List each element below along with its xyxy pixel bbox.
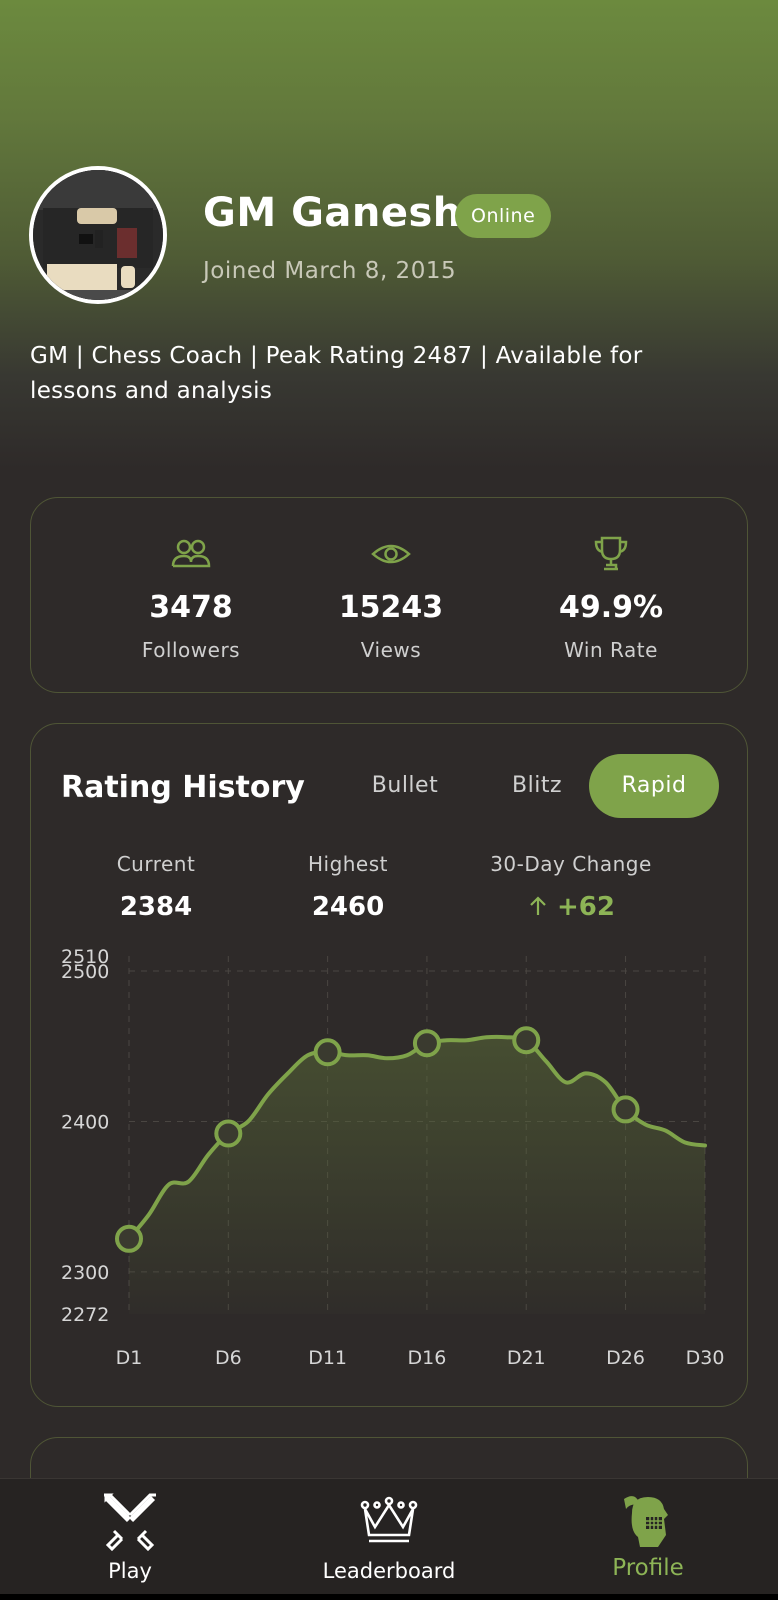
avatar-image bbox=[33, 170, 163, 300]
y-tick-label: 2300 bbox=[61, 1262, 109, 1284]
profile-bio: GM | Chess Coach | Peak Rating 2487 | Av… bbox=[30, 343, 643, 404]
profile-header: GM Ganesh Online Joined March 8, 2015 GM… bbox=[0, 0, 778, 470]
stat-value: 49.9% bbox=[558, 590, 664, 625]
y-tick-label: 2272 bbox=[61, 1304, 109, 1326]
series-area bbox=[129, 1036, 705, 1314]
x-tick-label: D26 bbox=[606, 1347, 645, 1369]
stat-label: Followers bbox=[141, 638, 241, 662]
nav-label: Play bbox=[108, 1559, 152, 1583]
stat-views[interactable]: 15243 Views bbox=[281, 498, 501, 694]
nav-label: Profile bbox=[612, 1555, 684, 1581]
y-tick-label: 2400 bbox=[61, 1111, 109, 1133]
followers-icon bbox=[171, 539, 211, 568]
data-point bbox=[611, 1095, 640, 1124]
nav-play[interactable]: Play bbox=[30, 1479, 230, 1595]
stat-followers[interactable]: 3478 Followers bbox=[81, 498, 301, 694]
x-tick-label: D21 bbox=[507, 1347, 546, 1369]
avatar[interactable] bbox=[29, 166, 167, 304]
stat-value: 15243 bbox=[338, 590, 444, 625]
x-tick-label: D30 bbox=[686, 1347, 725, 1369]
bottom-nav: Play Leaderboard Profile bbox=[0, 1478, 778, 1595]
rating-chart: 25102500240023002272D1 D6 D11 D16 D21 D26 D30 bbox=[61, 946, 725, 1369]
stat-value: 3478 bbox=[149, 590, 233, 625]
data-point bbox=[512, 1026, 541, 1055]
trophy-icon bbox=[594, 536, 628, 571]
x-tick-label: D6 bbox=[215, 1347, 242, 1369]
joined-date: Joined March 8, 2015 bbox=[203, 258, 457, 284]
system-bar bbox=[0, 1594, 778, 1600]
stat-win-rate[interactable]: 49.9% Win Rate bbox=[501, 498, 721, 694]
y-tick-label: 2500 bbox=[61, 961, 109, 983]
crossed-swords-icon bbox=[104, 1493, 156, 1551]
data-point bbox=[313, 1038, 342, 1067]
eye-icon bbox=[371, 544, 411, 564]
rating-history-card: Rating History Bullet Blitz Rapid Curren… bbox=[30, 723, 748, 1407]
profile-name: GM Ganesh bbox=[203, 190, 462, 236]
knight-helmet-icon bbox=[624, 1496, 668, 1547]
stats-card: 3478 Followers 15243 Views 49.9% Win Rat… bbox=[30, 497, 748, 693]
stat-label: Views bbox=[360, 638, 422, 662]
stat-label: Win Rate bbox=[564, 638, 658, 662]
status-badge: Online bbox=[455, 194, 552, 238]
nav-profile[interactable]: Profile bbox=[548, 1479, 748, 1595]
data-point bbox=[412, 1029, 441, 1058]
nav-label: Leaderboard bbox=[322, 1559, 456, 1583]
crown-icon bbox=[360, 1496, 418, 1543]
x-tick-label: D16 bbox=[408, 1347, 447, 1369]
data-point bbox=[115, 1224, 143, 1253]
nav-leaderboard[interactable]: Leaderboard bbox=[289, 1479, 489, 1595]
x-tick-label: D1 bbox=[116, 1347, 143, 1369]
x-tick-label: D11 bbox=[308, 1347, 347, 1369]
data-point bbox=[214, 1119, 243, 1148]
